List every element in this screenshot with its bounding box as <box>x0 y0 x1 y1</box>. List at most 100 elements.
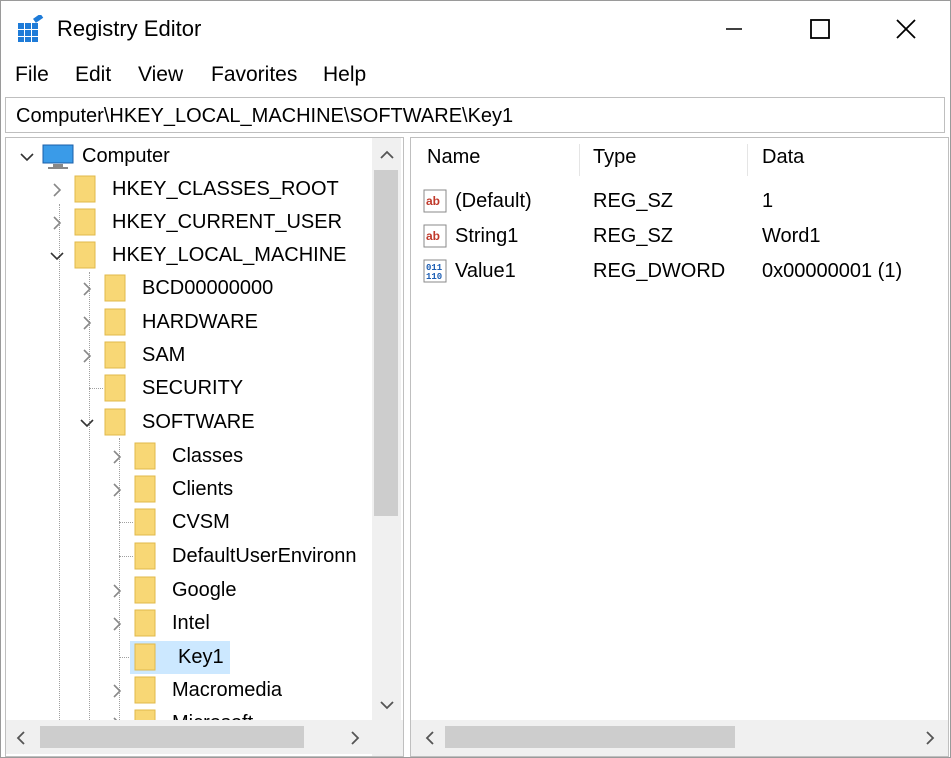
chevron-right-icon[interactable] <box>78 280 96 298</box>
scrollbar-corner <box>372 720 403 756</box>
computer-icon <box>42 144 74 169</box>
value-row[interactable]: ab String1 REG_SZ Word1 <box>411 219 948 253</box>
tree-node-intel[interactable]: Intel <box>106 607 372 640</box>
tree-node-label: CVSM <box>172 511 230 533</box>
column-header-name[interactable]: Name <box>427 146 480 169</box>
chevron-down-icon[interactable] <box>78 414 96 432</box>
address-bar[interactable]: Computer\HKEY_LOCAL_MACHINE\SOFTWARE\Key… <box>5 97 945 133</box>
chevron-down-icon[interactable] <box>18 148 36 166</box>
tree-node-label: HKEY_CLASSES_ROOT <box>112 178 339 200</box>
menu-help[interactable]: Help <box>323 63 366 87</box>
folder-icon <box>134 508 156 536</box>
tree-guide-line <box>59 204 60 720</box>
tree-node-security[interactable]: SECURITY <box>76 372 366 405</box>
scroll-left-icon[interactable] <box>423 729 437 747</box>
tree-node-software[interactable]: SOFTWARE <box>76 406 366 439</box>
chevron-down-icon[interactable] <box>48 247 66 265</box>
tree-node-google[interactable]: Google <box>106 574 372 607</box>
value-data: 1 <box>762 190 774 212</box>
column-header-type[interactable]: Type <box>593 146 636 169</box>
column-separator[interactable] <box>579 144 580 176</box>
tree-node-defaultuserenvironment[interactable]: DefaultUserEnvironn <box>106 540 372 573</box>
tree-node-cvsm[interactable]: CVSM <box>106 506 372 539</box>
folder-icon <box>74 208 96 236</box>
close-icon <box>896 19 916 39</box>
registry-editor-icon <box>18 15 44 42</box>
tree-node-hkey-local-machine[interactable]: HKEY_LOCAL_MACHINE <box>46 239 366 272</box>
tree-node-label: Classes <box>172 445 244 467</box>
values-horizontal-scroll-thumb[interactable] <box>445 726 735 748</box>
tree-node-label: Clients <box>172 478 234 500</box>
minimize-button[interactable] <box>691 1 777 57</box>
tree-node-computer[interactable]: Computer <box>16 140 366 173</box>
tree-node-hkey-current-user[interactable]: HKEY_CURRENT_USER <box>46 206 366 239</box>
scroll-left-icon[interactable] <box>14 729 28 747</box>
title-bar: Registry Editor <box>1 1 950 57</box>
tree-node-hardware[interactable]: HARDWARE <box>76 306 366 339</box>
minimize-icon <box>726 28 742 30</box>
tree-node-label: DefaultUserEnvironn <box>172 545 357 567</box>
tree-node-bcd00000000[interactable]: BCD00000000 <box>76 272 366 305</box>
scroll-down-icon[interactable] <box>378 698 396 712</box>
value-data: Word1 <box>762 225 821 247</box>
tree-connector <box>119 556 133 557</box>
value-row[interactable]: 011 110 Value1 REG_DWORD 0x00000001 (1) <box>411 254 948 288</box>
tree-vertical-scroll-thumb[interactable] <box>374 170 398 516</box>
value-name: String1 <box>455 225 519 247</box>
folder-icon <box>74 175 96 203</box>
tree-node-sam[interactable]: SAM <box>76 339 366 372</box>
folder-icon <box>134 609 156 637</box>
chevron-right-icon[interactable] <box>108 481 126 499</box>
value-name: Value1 <box>455 260 516 282</box>
folder-icon <box>104 408 126 436</box>
maximize-button[interactable] <box>777 1 863 57</box>
chevron-right-icon[interactable] <box>108 615 126 633</box>
folder-icon <box>104 274 126 302</box>
tree-node-microsoft[interactable]: Microsoft <box>106 707 372 720</box>
chevron-right-icon[interactable] <box>108 682 126 700</box>
menu-edit[interactable]: Edit <box>75 63 111 87</box>
value-data: 0x00000001 (1) <box>762 260 903 282</box>
folder-icon <box>134 576 156 604</box>
menu-view[interactable]: View <box>138 63 183 87</box>
tree-node-classes[interactable]: Classes <box>106 440 372 473</box>
tree-node-label: HKEY_CURRENT_USER <box>112 211 343 233</box>
value-row[interactable]: ab (Default) REG_SZ 1 <box>411 184 948 218</box>
chevron-right-icon[interactable] <box>108 448 126 466</box>
scroll-right-icon[interactable] <box>348 729 362 747</box>
tree-node-label: Macromedia <box>172 679 283 701</box>
tree-node-macromedia[interactable]: Macromedia <box>106 674 372 707</box>
tree-node-hkey-classes-root[interactable]: HKEY_CLASSES_ROOT <box>46 173 366 206</box>
tree-node-clients[interactable]: Clients <box>106 473 372 506</box>
tree-node-label: SOFTWARE <box>142 411 255 433</box>
folder-icon <box>134 542 156 570</box>
scroll-up-icon[interactable] <box>378 148 396 162</box>
tree-node-key1[interactable]: Key1 <box>106 641 372 674</box>
tree-node-label: HKEY_LOCAL_MACHINE <box>112 244 347 266</box>
menu-file[interactable]: File <box>15 63 49 87</box>
value-type: REG_DWORD <box>593 260 726 282</box>
close-button[interactable] <box>863 1 949 57</box>
key-tree-pane: Computer HKEY_CLASSES_ROOT HKEY_CURRENT_… <box>5 137 404 757</box>
column-separator[interactable] <box>747 144 748 176</box>
chevron-right-icon[interactable] <box>78 347 96 365</box>
folder-icon <box>104 341 126 369</box>
folder-icon <box>134 676 156 704</box>
tree-node-label: SAM <box>142 344 186 366</box>
tree-horizontal-scroll-thumb[interactable] <box>40 726 304 748</box>
scroll-right-icon[interactable] <box>923 729 937 747</box>
folder-icon <box>104 374 126 402</box>
tree-node-label: SECURITY <box>142 377 244 399</box>
chevron-right-icon[interactable] <box>78 314 96 332</box>
svg-text:110: 110 <box>426 272 442 282</box>
column-header-data[interactable]: Data <box>762 146 804 169</box>
folder-icon <box>134 475 156 503</box>
chevron-right-icon[interactable] <box>48 181 66 199</box>
menu-favorites[interactable]: Favorites <box>211 63 297 87</box>
tree-node-label: Computer <box>82 145 170 167</box>
folder-icon <box>134 643 156 671</box>
chevron-right-icon[interactable] <box>48 214 66 232</box>
chevron-right-icon[interactable] <box>108 582 126 600</box>
tree-node-label: Google <box>172 579 237 601</box>
svg-text:ab: ab <box>426 229 440 243</box>
